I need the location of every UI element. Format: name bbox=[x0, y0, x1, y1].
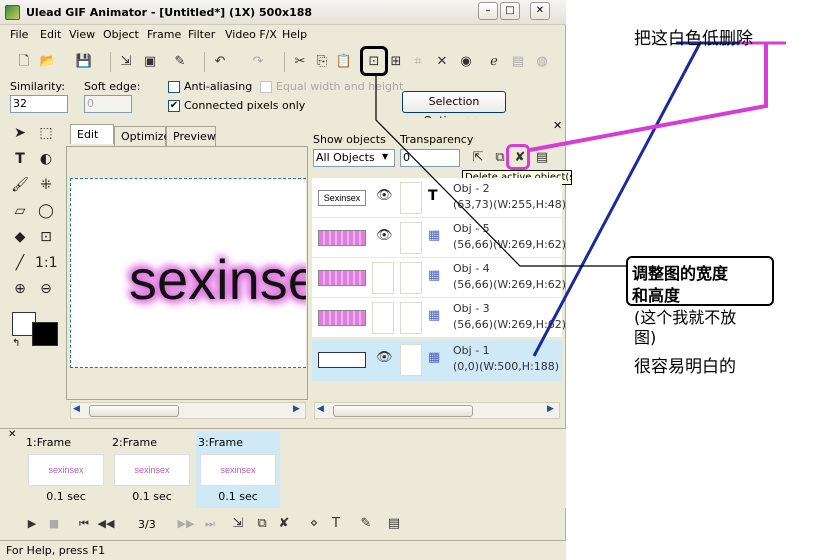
annotation-callout-line2: 和高度 bbox=[632, 286, 681, 305]
black-pointer-line bbox=[375, 76, 626, 267]
magenta-pointer-line bbox=[529, 43, 768, 152]
annotation-note-3: 很容易明白的 bbox=[634, 357, 736, 377]
annotation-top: 把这白色低删除 bbox=[634, 29, 753, 49]
annotation-note-2: 图) bbox=[634, 328, 657, 347]
annotation-callout-line1: 调整图的宽度 bbox=[632, 264, 729, 283]
